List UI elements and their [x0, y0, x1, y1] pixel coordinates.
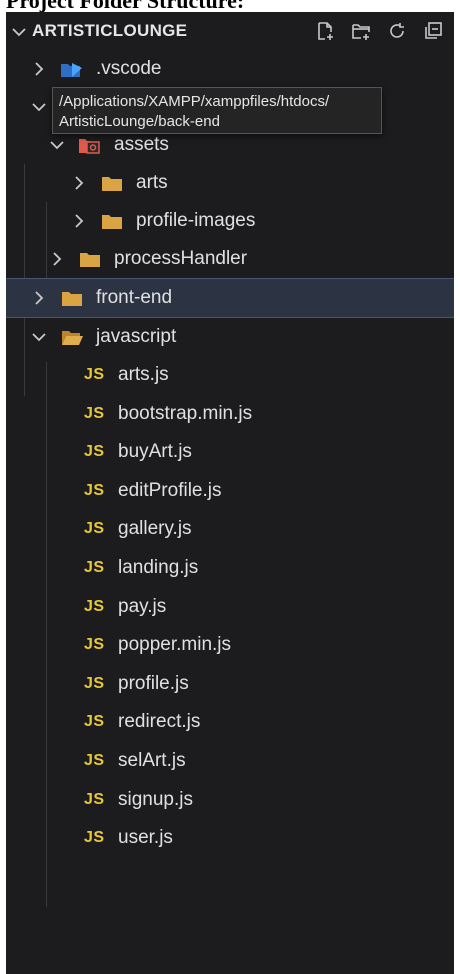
tree-item-arts[interactable]: arts — [6, 164, 454, 202]
explorer-panel: ARTISTICLOUNGE .vscode assets arts profi… — [6, 12, 454, 974]
js-file-icon: JS — [84, 829, 105, 847]
tree-item-label: bootstrap.min.js — [118, 402, 253, 424]
tree-item-label: buyArt.js — [118, 441, 192, 463]
tree-item-js-file[interactable]: JS user.js — [6, 819, 454, 857]
js-file-icon: JS — [84, 366, 105, 383]
chevron-down-icon[interactable] — [28, 332, 50, 342]
tree-item-label: assets — [114, 134, 169, 155]
tree-item-vscode[interactable]: .vscode — [6, 50, 454, 88]
chevron-down-icon[interactable] — [46, 140, 68, 150]
vscode-folder-icon — [60, 59, 84, 79]
tree-item-label: profile-images — [136, 210, 256, 231]
tree-item-js-file[interactable]: JS pay.js — [6, 588, 454, 626]
tree-item-label: selArt.js — [118, 750, 186, 771]
chevron-down-icon[interactable] — [6, 21, 32, 42]
tree-item-js-file[interactable]: JS profile.js — [6, 665, 454, 703]
tooltip-line: ArtisticLounge/back-end — [59, 113, 220, 130]
chevron-right-icon[interactable] — [28, 62, 50, 76]
tree-item-js-file[interactable]: JS redirect.js — [6, 703, 454, 741]
tree-item-label: user.js — [118, 827, 173, 849]
js-file-icon: JS — [84, 404, 105, 422]
tree-item-js-file[interactable]: JS arts.js — [6, 356, 454, 394]
folder-icon — [100, 211, 124, 231]
tree-item-label: signup.js — [118, 788, 193, 810]
tree-item-js-file[interactable]: JS popper.min.js — [6, 626, 454, 664]
folder-icon — [78, 249, 102, 269]
explorer-actions — [312, 18, 446, 44]
js-file-icon: JS — [84, 790, 105, 808]
tree-item-label: .vscode — [96, 58, 162, 79]
js-file-icon: JS — [84, 597, 105, 615]
explorer-title: ARTISTICLOUNGE — [32, 21, 188, 40]
tree-item-label: redirect.js — [118, 711, 201, 733]
path-tooltip: /Applications/XAMPP/xamppfiles/htdocs/ A… — [52, 87, 382, 134]
js-file-icon: JS — [84, 674, 105, 692]
folder-icon — [60, 288, 84, 308]
tree-item-profile-images[interactable]: profile-images — [6, 202, 454, 240]
js-file-icon: JS — [84, 481, 105, 499]
tree-item-front-end[interactable]: front-end — [6, 278, 454, 318]
tree-item-label: profile.js — [118, 672, 189, 694]
tree-item-js-file[interactable]: JS landing.js — [6, 549, 454, 587]
tree-item-js-file[interactable]: JS editProfile.js — [6, 472, 454, 510]
explorer-header[interactable]: ARTISTICLOUNGE — [6, 12, 454, 50]
js-file-icon: JS — [84, 443, 105, 461]
tree-item-js-file[interactable]: JS signup.js — [6, 781, 454, 819]
js-file-icon: JS — [84, 713, 105, 731]
refresh-icon[interactable] — [384, 18, 410, 44]
js-file-icon: JS — [84, 520, 105, 538]
tree-item-label: arts — [136, 172, 168, 193]
tree-item-js-file[interactable]: JS gallery.js — [6, 510, 454, 548]
tooltip-line: /Applications/XAMPP/xamppfiles/htdocs/ — [59, 93, 330, 110]
folder-icon — [100, 173, 124, 193]
tree-item-javascript[interactable]: javascript — [6, 318, 454, 356]
tree-item-label: landing.js — [118, 557, 199, 578]
new-file-icon[interactable] — [312, 18, 338, 44]
tree-item-label: front-end — [96, 287, 173, 308]
assets-folder-icon — [78, 135, 102, 155]
open-folder-icon — [60, 327, 84, 347]
js-file-icon: JS — [84, 559, 105, 576]
chevron-down-icon[interactable] — [28, 102, 50, 112]
tree-item-label: editProfile.js — [118, 479, 222, 501]
tree-item-label: arts.js — [118, 364, 169, 385]
collapse-all-icon[interactable] — [420, 18, 446, 44]
js-file-icon: JS — [84, 636, 105, 654]
chevron-right-icon[interactable] — [28, 291, 50, 305]
tree-item-processHandler[interactable]: processHandler — [6, 240, 454, 278]
page-heading: Project Folder Structure: — [0, 0, 460, 12]
tree-item-label: popper.min.js — [118, 634, 232, 656]
tree-item-label: processHandler — [114, 248, 248, 269]
tree-item-label: pay.js — [118, 595, 167, 617]
js-file-icon: JS — [84, 752, 105, 769]
tree-item-label: javascript — [96, 326, 177, 347]
tree-item-js-file[interactable]: JS buyArt.js — [6, 433, 454, 471]
new-folder-icon[interactable] — [348, 18, 374, 44]
chevron-right-icon[interactable] — [46, 252, 68, 266]
tree-item-js-file[interactable]: JS selArt.js — [6, 742, 454, 780]
tree-item-label: gallery.js — [118, 518, 192, 540]
chevron-right-icon[interactable] — [68, 176, 90, 190]
tree-item-js-file[interactable]: JS bootstrap.min.js — [6, 395, 454, 433]
chevron-right-icon[interactable] — [68, 214, 90, 228]
